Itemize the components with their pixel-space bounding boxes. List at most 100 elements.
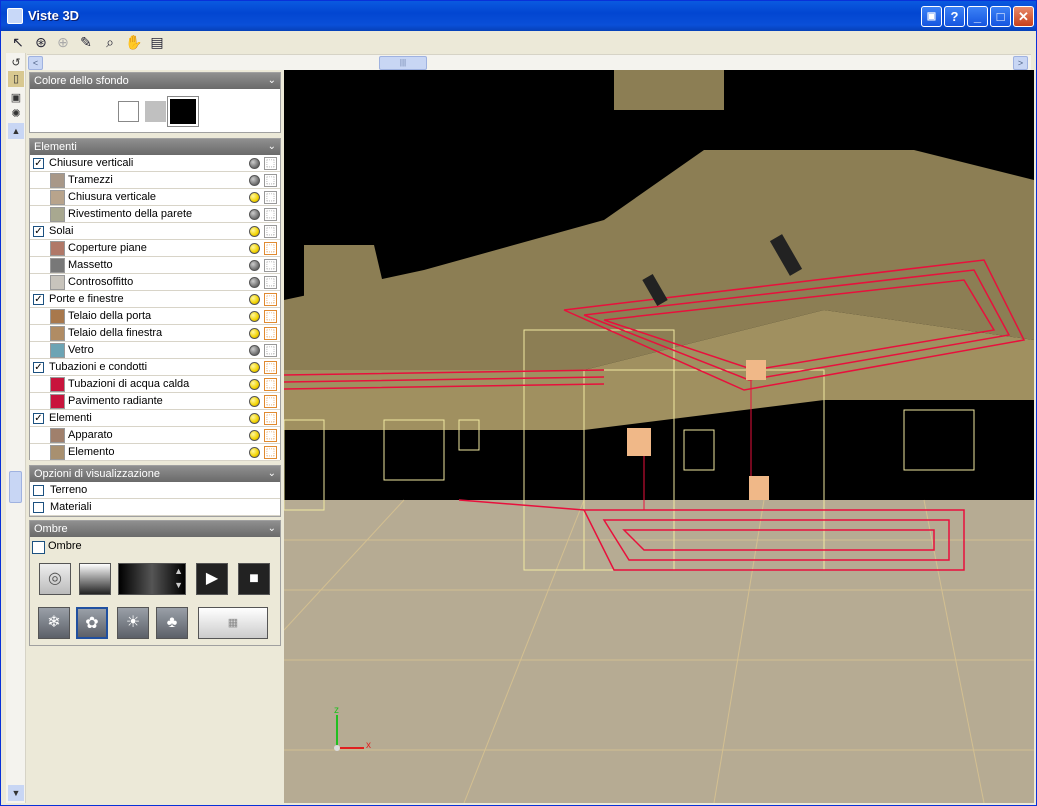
color-swatch[interactable]: [50, 173, 65, 188]
context-help-icon[interactable]: ▣: [921, 6, 942, 27]
visibility-bulb-icon[interactable]: [249, 260, 260, 271]
transparency-cube-icon[interactable]: ⬚: [264, 446, 277, 459]
color-swatch[interactable]: [50, 207, 65, 222]
bg-gray-button[interactable]: [145, 101, 166, 122]
visibility-bulb-icon[interactable]: [249, 175, 260, 186]
element-item-row[interactable]: Chiusura verticale ⬚: [30, 189, 280, 206]
visibility-bulb-icon[interactable]: [249, 192, 260, 203]
scroll-down-button[interactable]: ▼: [8, 785, 24, 801]
visibility-bulb-icon[interactable]: [249, 277, 260, 288]
visibility-bulb-icon[interactable]: [249, 379, 260, 390]
transparency-cube-icon[interactable]: ⬚: [264, 208, 277, 221]
visibility-bulb-icon[interactable]: [249, 345, 260, 356]
transparency-cube-icon[interactable]: ⬚: [264, 310, 277, 323]
visibility-bulb-icon[interactable]: [249, 243, 260, 254]
transparency-cube-icon[interactable]: ⬚: [264, 191, 277, 204]
color-swatch[interactable]: [50, 309, 65, 324]
view-settings-icon[interactable]: ▤: [148, 33, 166, 51]
element-item-row[interactable]: Apparato ⬚: [30, 427, 280, 444]
skyline-icon[interactable]: [79, 563, 111, 595]
visibility-bulb-icon[interactable]: [249, 362, 260, 373]
element-item-row[interactable]: Pavimento radiante ⬚: [30, 393, 280, 410]
visibility-bulb-icon[interactable]: [249, 294, 260, 305]
collapse-chevron-icon[interactable]: ⌄: [268, 521, 276, 537]
zoom-extents-icon[interactable]: ⊕: [54, 33, 72, 51]
color-swatch[interactable]: [50, 190, 65, 205]
visibility-bulb-icon[interactable]: [249, 158, 260, 169]
stop-icon[interactable]: ■: [238, 563, 270, 595]
element-group-row[interactable]: ✓ Chiusure verticali ⬚: [30, 155, 280, 172]
draw-icon[interactable]: ✎: [77, 33, 95, 51]
element-item-row[interactable]: Coperture piane ⬚: [30, 240, 280, 257]
section-header[interactable]: Ombre ⌄: [30, 521, 280, 537]
visibility-bulb-icon[interactable]: [249, 226, 260, 237]
element-checkbox[interactable]: ✓: [33, 362, 44, 373]
element-checkbox[interactable]: ✓: [33, 158, 44, 169]
transparency-cube-icon[interactable]: ⬚: [264, 412, 277, 425]
color-swatch[interactable]: [50, 275, 65, 290]
color-swatch[interactable]: [50, 377, 65, 392]
element-item-row[interactable]: Vetro ⬚: [30, 342, 280, 359]
element-item-row[interactable]: Telaio della porta ⬚: [30, 308, 280, 325]
transparency-cube-icon[interactable]: ⬚: [264, 276, 277, 289]
spring-flower-icon[interactable]: ✿: [76, 607, 108, 639]
close-button[interactable]: ✕: [1013, 6, 1034, 27]
transparency-cube-icon[interactable]: ⬚: [264, 293, 277, 306]
visibility-bulb-icon[interactable]: [249, 413, 260, 424]
element-checkbox[interactable]: ✓: [33, 226, 44, 237]
settings-icon[interactable]: ✺: [8, 106, 24, 122]
wall-view-icon[interactable]: ▯: [8, 71, 24, 87]
section-header[interactable]: Colore dello sfondo ⌄: [30, 73, 280, 89]
transparency-cube-icon[interactable]: ⬚: [264, 157, 277, 170]
visibility-bulb-icon[interactable]: [249, 328, 260, 339]
color-swatch[interactable]: [50, 343, 65, 358]
play-icon[interactable]: ▶: [196, 563, 228, 595]
collapse-chevron-icon[interactable]: ⌄: [268, 73, 276, 89]
transparency-cube-icon[interactable]: ⬚: [264, 395, 277, 408]
visibility-bulb-icon[interactable]: [249, 430, 260, 441]
minimize-button[interactable]: _: [967, 6, 988, 27]
color-swatch[interactable]: [50, 394, 65, 409]
element-item-row[interactable]: Tubazioni di acqua calda ⬚: [30, 376, 280, 393]
element-checkbox[interactable]: ✓: [33, 294, 44, 305]
shadows-checkbox[interactable]: [32, 541, 45, 554]
pan-hand-icon[interactable]: ✋: [125, 33, 143, 51]
element-item-row[interactable]: Controsoffitto ⬚: [30, 274, 280, 291]
visibility-bulb-icon[interactable]: [249, 447, 260, 458]
transparency-cube-icon[interactable]: ⬚: [264, 344, 277, 357]
color-swatch[interactable]: [50, 241, 65, 256]
collapse-chevron-icon[interactable]: ⌄: [268, 139, 276, 155]
scroll-left-button[interactable]: <: [28, 56, 43, 70]
transparency-cube-icon[interactable]: ⬚: [264, 378, 277, 391]
winter-snowflake-icon[interactable]: ❄: [38, 607, 70, 639]
select-arrow-icon[interactable]: ↖: [9, 33, 27, 51]
orbit-icon[interactable]: ⊛: [32, 33, 50, 51]
transparency-cube-icon[interactable]: ⬚: [264, 259, 277, 272]
summer-sun-icon[interactable]: ☀: [117, 607, 149, 639]
element-item-row[interactable]: Rivestimento della parete ⬚: [30, 206, 280, 223]
visibility-bulb-icon[interactable]: [249, 209, 260, 220]
title-bar[interactable]: Viste 3D ▣ ? _ □ ✕: [1, 1, 1036, 31]
transparency-cube-icon[interactable]: ⬚: [264, 242, 277, 255]
element-item-row[interactable]: Elemento ⬚: [30, 444, 280, 461]
calendar-icon[interactable]: ▦: [198, 607, 268, 639]
visibility-bulb-icon[interactable]: [249, 311, 260, 322]
transparency-cube-icon[interactable]: ⬚: [264, 361, 277, 374]
scroll-right-button[interactable]: >: [1013, 56, 1028, 70]
visibility-bulb-icon[interactable]: [249, 396, 260, 407]
3d-viewport[interactable]: z x: [284, 70, 1034, 803]
bg-white-button[interactable]: [118, 101, 139, 122]
element-item-row[interactable]: Tramezzi ⬚: [30, 172, 280, 189]
undo-icon[interactable]: ↺: [8, 55, 24, 71]
element-group-row[interactable]: ✓ Tubazioni e condotti ⬚: [30, 359, 280, 376]
scroll-up-button[interactable]: ▲: [8, 123, 24, 139]
option-materiali[interactable]: Materiali: [30, 499, 280, 516]
element-checkbox[interactable]: ✓: [33, 413, 44, 424]
zoom-icon[interactable]: ⌕: [101, 33, 119, 51]
section-header[interactable]: Elementi ⌄: [30, 139, 280, 155]
help-button[interactable]: ?: [944, 6, 965, 27]
transparency-cube-icon[interactable]: ⬚: [264, 327, 277, 340]
color-swatch[interactable]: [50, 326, 65, 341]
collapse-chevron-icon[interactable]: ⌄: [268, 466, 276, 482]
time-slider-field[interactable]: ▲ ▼: [118, 563, 186, 595]
